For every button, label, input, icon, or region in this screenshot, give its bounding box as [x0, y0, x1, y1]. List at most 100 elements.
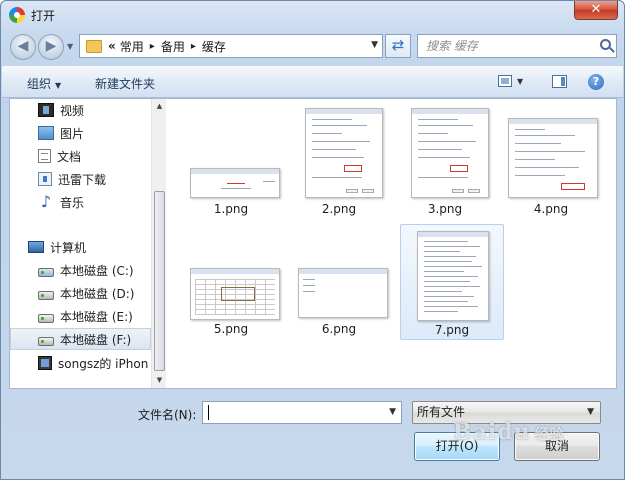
nav-item-pictures[interactable]: 图片 — [38, 122, 166, 144]
open-button[interactable]: 打开(O) — [414, 432, 500, 461]
nav-item-label: 文档 — [57, 149, 82, 164]
document-icon — [38, 149, 51, 163]
nav-item-label: 本地磁盘 (D:) — [60, 286, 135, 301]
nav-item-music[interactable]: ♪ 音乐 — [38, 191, 166, 213]
scroll-down-icon[interactable]: ▼ — [152, 373, 166, 388]
nav-item-computer[interactable]: 计算机 — [28, 236, 166, 258]
scrollbar-thumb[interactable] — [154, 191, 165, 371]
nav-item-label: 本地磁盘 (F:) — [60, 332, 132, 347]
breadcrumb-separator-icon[interactable]: ▸ — [191, 41, 196, 52]
help-icon[interactable]: ? — [588, 74, 604, 90]
file-type-value: 所有文件 — [417, 405, 466, 419]
system-drive-icon — [38, 267, 54, 277]
file-item[interactable]: 1.png — [184, 104, 280, 220]
breadcrumb-item[interactable]: 常用 — [120, 38, 144, 55]
nav-item-drive-d[interactable]: 本地磁盘 (D:) — [38, 282, 166, 304]
organize-label: 组织 — [27, 77, 52, 91]
back-button[interactable]: ◀ — [10, 34, 36, 60]
preview-pane-icon[interactable] — [552, 75, 567, 88]
drive-icon — [38, 336, 54, 346]
file-item[interactable]: 3.png — [398, 104, 492, 220]
text-cursor — [208, 405, 209, 420]
refresh-button[interactable]: ⇄ — [385, 34, 411, 58]
folder-icon — [86, 39, 102, 53]
scroll-up-icon[interactable]: ▲ — [152, 99, 166, 114]
search-input[interactable]: 搜索 缓存 — [417, 34, 617, 58]
file-thumbnail — [508, 118, 598, 198]
video-icon — [38, 103, 54, 117]
nav-scrollbar[interactable]: ▲ ▼ — [151, 99, 166, 388]
nav-item-videos[interactable]: 视频 — [38, 99, 166, 121]
close-button[interactable]: ✕ — [574, 1, 618, 20]
file-name: 1.png — [213, 202, 249, 216]
file-name: 6.png — [321, 322, 357, 336]
refresh-icon: ⇄ — [391, 36, 405, 54]
file-name: 7.png — [434, 323, 470, 337]
new-folder-button[interactable]: 新建文件夹 — [95, 75, 155, 92]
nav-item-label: 本地磁盘 (E:) — [60, 309, 133, 324]
file-item[interactable]: 5.png — [184, 224, 280, 340]
chevron-down-icon: ▼ — [587, 407, 594, 417]
nav-item-downloads[interactable]: 迅雷下载 — [38, 168, 166, 190]
address-dropdown-icon[interactable]: ▼ — [371, 40, 378, 50]
drive-icon — [38, 313, 54, 323]
filename-history-dropdown-icon[interactable]: ▼ — [389, 407, 396, 417]
search-icon[interactable] — [600, 39, 611, 50]
drive-icon — [38, 290, 54, 300]
nav-item-label: 本地磁盘 (C:) — [60, 263, 134, 278]
address-bar[interactable]: « 常用 ▸ 备用 ▸ 缓存 ▼ — [79, 34, 383, 58]
computer-icon — [28, 241, 44, 253]
nav-item-drive-e[interactable]: 本地磁盘 (E:) — [38, 305, 166, 327]
file-item[interactable]: 6.png — [292, 224, 388, 340]
recent-pages-dropdown[interactable]: ▼ — [67, 42, 73, 51]
file-name: 2.png — [321, 202, 357, 216]
nav-item-label: 音乐 — [60, 195, 85, 210]
command-bar: 组织 ▼ 新建文件夹 ▼ ? — [2, 65, 623, 98]
navigation-pane: 视频 图片 文档 迅雷下载 ♪ 音乐 计算机 本地磁盘 (C:) 本地磁盘 (D… — [10, 99, 166, 388]
browser-content: 视频 图片 文档 迅雷下载 ♪ 音乐 计算机 本地磁盘 (C:) 本地磁盘 (D… — [9, 98, 617, 389]
nav-item-label: 视频 — [60, 103, 85, 118]
window-title: 打开 — [31, 9, 56, 23]
file-type-select[interactable]: 所有文件 ▼ — [412, 401, 601, 424]
nav-item-drive-f[interactable]: 本地磁盘 (F:) — [10, 328, 151, 350]
breadcrumb-overflow[interactable]: « — [108, 39, 116, 53]
organize-menu-button[interactable]: 组织 ▼ — [27, 75, 61, 92]
filename-input[interactable]: ▼ — [202, 401, 402, 424]
nav-item-drive-c[interactable]: 本地磁盘 (C:) — [38, 259, 166, 281]
file-thumbnail — [411, 108, 489, 198]
nav-item-label: 图片 — [60, 126, 85, 141]
forward-button[interactable]: ▶ — [38, 34, 64, 60]
file-thumbnail — [298, 268, 388, 318]
phone-icon — [38, 356, 52, 370]
breadcrumb-item[interactable]: 备用 — [161, 38, 185, 55]
file-thumbnail — [190, 168, 280, 198]
file-thumbnail — [190, 268, 280, 320]
picture-icon — [38, 126, 54, 140]
app-icon — [9, 7, 25, 23]
file-list: 1.png 2.png 3.png 4.png 5.png 6.png 7.pn… — [168, 99, 616, 388]
file-thumbnail — [305, 108, 383, 198]
forward-arrow-icon: ▶ — [45, 38, 57, 54]
change-view-icon[interactable] — [498, 75, 512, 87]
file-thumbnail — [417, 231, 489, 321]
file-name: 5.png — [213, 322, 249, 336]
view-options-dropdown[interactable]: ▼ — [517, 77, 523, 86]
nav-item-label: 计算机 — [50, 240, 87, 255]
file-item[interactable]: 4.png — [504, 104, 598, 220]
download-icon — [38, 172, 52, 186]
search-placeholder: 搜索 缓存 — [426, 39, 478, 53]
title-bar: 打开 ✕ — [1, 1, 624, 29]
file-item[interactable]: 2.png — [292, 104, 386, 220]
nav-item-label: songsz的 iPhon — [58, 356, 149, 371]
breadcrumb-separator-icon[interactable]: ▸ — [150, 41, 155, 52]
file-item-selected[interactable]: 7.png — [400, 224, 504, 340]
file-name: 3.png — [427, 202, 463, 216]
breadcrumb-item[interactable]: 缓存 — [202, 38, 226, 55]
open-file-dialog: 打开 ✕ ◀ ▶ ▼ « 常用 ▸ 备用 ▸ 缓存 ▼ ⇄ 搜索 缓存 组织 ▼ … — [0, 0, 625, 480]
nav-item-documents[interactable]: 文档 — [38, 145, 166, 167]
cancel-button[interactable]: 取消 — [514, 432, 600, 461]
music-icon: ♪ — [40, 192, 52, 211]
file-name: 4.png — [533, 202, 569, 216]
nav-item-iphone[interactable]: songsz的 iPhon — [38, 352, 166, 374]
nav-item-label: 迅雷下载 — [58, 172, 107, 187]
